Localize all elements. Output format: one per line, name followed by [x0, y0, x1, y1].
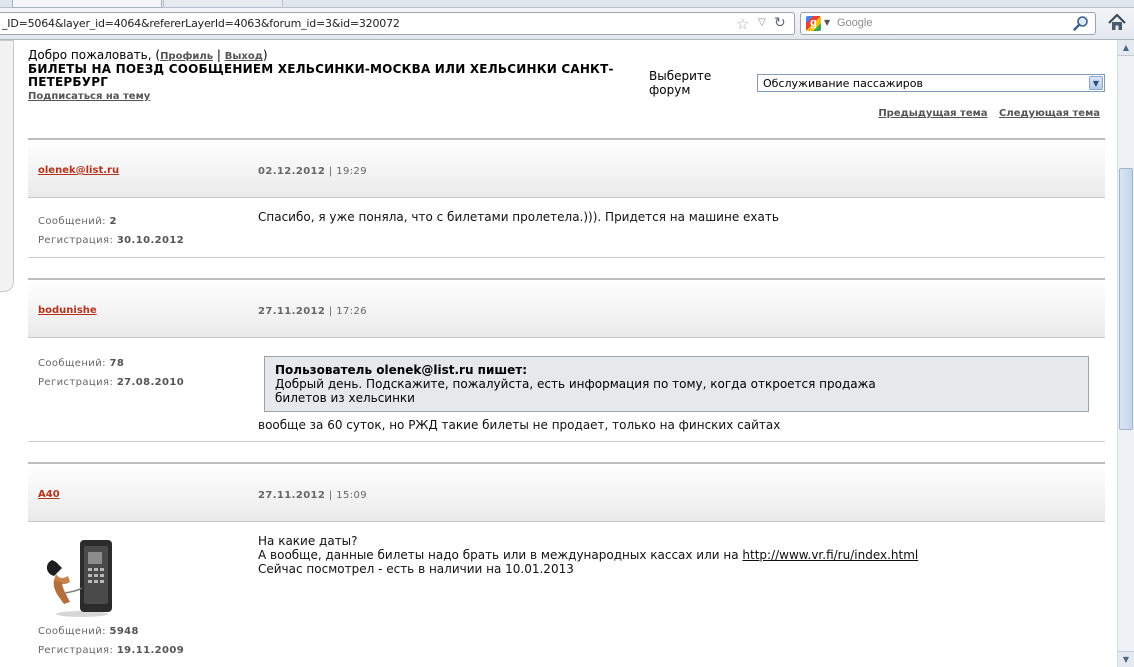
post-time: 15:09: [336, 490, 368, 501]
post-datetime: 27.11.2012 | 17:26: [258, 306, 368, 317]
post-time: 19:29: [336, 166, 368, 177]
quote-line: Добрый день. Подскажите, пожалуйста, ест…: [275, 377, 876, 391]
bookmark-star-icon[interactable]: ☆: [736, 15, 749, 33]
tab-strip: [0, 0, 1134, 8]
post-date: 27.11.2012: [258, 490, 326, 501]
post-datetime: 27.11.2012 | 15:09: [258, 490, 368, 501]
registration-date: 27.08.2010: [116, 377, 185, 388]
topic-navigation: Предыдущая тема Следующая тема: [870, 108, 1100, 119]
registration-date: 30.10.2012: [116, 235, 185, 246]
welcome-separator: |: [216, 48, 221, 62]
magnifier-icon[interactable]: [1073, 15, 1089, 35]
search-engine-dropdown-icon[interactable]: ▼: [824, 18, 830, 27]
post-date: 27.11.2012: [258, 306, 326, 317]
browser-tab-active[interactable]: [12, 0, 162, 8]
post-header: A40 27.11.2012 | 15:09: [28, 462, 1105, 522]
post-line: Сейчас посмотрел - есть в наличии на 10.…: [258, 562, 574, 576]
post-author-link[interactable]: bodunishe: [38, 305, 97, 316]
post-date: 02.12.2012: [258, 166, 326, 177]
previous-topic-link[interactable]: Предыдущая тема: [878, 108, 987, 119]
post-author-link[interactable]: A40: [38, 489, 60, 500]
quote-header: Пользователь olenek@list.ru пишет:: [275, 363, 528, 377]
url-text[interactable]: _ID=5064&layer_id=4064&refererLayerId=40…: [2, 17, 400, 30]
search-bar[interactable]: g ▼ Google: [800, 12, 1096, 35]
welcome-prefix: Добро пожаловать, (: [28, 48, 161, 62]
address-bar[interactable]: _ID=5064&layer_id=4064&refererLayerId=40…: [0, 12, 795, 35]
registration-label: Регистрация:: [38, 235, 114, 246]
reload-icon[interactable]: ↻: [774, 15, 786, 31]
scroll-up-arrow-icon[interactable]: ▲: [1118, 40, 1134, 56]
browser-tab[interactable]: [163, 0, 283, 8]
google-logo-icon[interactable]: g: [806, 16, 821, 31]
author-stats: Сообщений: 5948 Регистрация: 19.11.2009: [38, 622, 184, 660]
url-history-dropdown-icon[interactable]: ▽: [758, 17, 766, 28]
registration-label: Регистрация:: [38, 645, 114, 656]
scrollbar-thumb[interactable]: [1119, 168, 1133, 430]
post-text: Спасибо, я уже поняла, что с билетами пр…: [258, 210, 779, 224]
post-line: А вообще, данные билеты надо брать или в…: [258, 548, 918, 562]
topic-title: БИЛЕТЫ НА ПОЕЗД СООБЩЕНИЕМ ХЕЛЬСИНКИ-МОС…: [28, 62, 614, 89]
post-line: На какие даты?: [258, 534, 358, 548]
post-body: Сообщений: 5948 Регистрация: 19.11.2009 …: [28, 522, 1105, 667]
author-stats: Сообщений: 2 Регистрация: 30.10.2012: [38, 212, 184, 250]
vertical-scrollbar[interactable]: ▲ ▼: [1117, 40, 1134, 667]
post-line-text: А вообще, данные билеты надо брать или в…: [258, 548, 743, 562]
registration-date: 19.11.2009: [116, 645, 185, 656]
post-text: вообще за 60 суток, но РЖД такие билеты …: [258, 418, 781, 432]
side-panel-tab[interactable]: [0, 40, 14, 292]
messages-label: Сообщений:: [38, 216, 106, 227]
home-icon[interactable]: [1106, 12, 1128, 34]
post-datetime: 02.12.2012 | 19:29: [258, 166, 368, 177]
messages-label: Сообщений:: [38, 626, 106, 637]
profile-link[interactable]: Профиль: [160, 51, 213, 62]
forum-select-label: Выберите форум: [649, 69, 712, 97]
post-header: bodunishe 27.11.2012 | 17:26: [28, 278, 1105, 338]
messages-count: 2: [109, 216, 117, 227]
messages-count: 5948: [109, 626, 139, 637]
navigation-toolbar: _ID=5064&layer_id=4064&refererLayerId=40…: [0, 8, 1134, 40]
forum-select[interactable]: Обслуживание пассажиров ▼: [757, 74, 1105, 92]
quoted-message: Пользователь olenek@list.ru пишет: Добры…: [264, 356, 1089, 412]
post-text: На какие даты? А вообще, данные билеты н…: [258, 534, 918, 576]
registration-label: Регистрация:: [38, 377, 114, 388]
post-header: olenek@list.ru 02.12.2012 | 19:29: [28, 138, 1105, 198]
forum-select-value[interactable]: Обслуживание пассажиров: [763, 77, 923, 90]
welcome-line: Добро пожаловать, (Профиль | Выход): [28, 48, 268, 62]
messages-count: 78: [109, 358, 125, 369]
next-topic-link[interactable]: Следующая тема: [999, 108, 1100, 119]
avatar: [42, 534, 114, 618]
scroll-down-arrow-icon[interactable]: ▼: [1118, 651, 1134, 667]
post-body: Сообщений: 2 Регистрация: 30.10.2012 Спа…: [28, 198, 1105, 258]
external-link[interactable]: http://www.vr.fi/ru/index.html: [742, 548, 918, 562]
logout-link[interactable]: Выход: [225, 51, 263, 62]
post-author-link[interactable]: olenek@list.ru: [38, 165, 119, 176]
chevron-down-icon[interactable]: ▼: [1089, 76, 1103, 90]
messages-label: Сообщений:: [38, 358, 106, 369]
search-placeholder[interactable]: Google: [837, 17, 872, 29]
post-time: 17:26: [336, 306, 368, 317]
quote-line: билетов из хельсинки: [275, 391, 415, 405]
post-body: Сообщений: 78 Регистрация: 27.08.2010 По…: [28, 338, 1105, 442]
author-stats: Сообщений: 78 Регистрация: 27.08.2010: [38, 354, 184, 392]
welcome-suffix: ): [262, 48, 268, 62]
subscribe-link[interactable]: Подписаться на тему: [28, 91, 150, 102]
